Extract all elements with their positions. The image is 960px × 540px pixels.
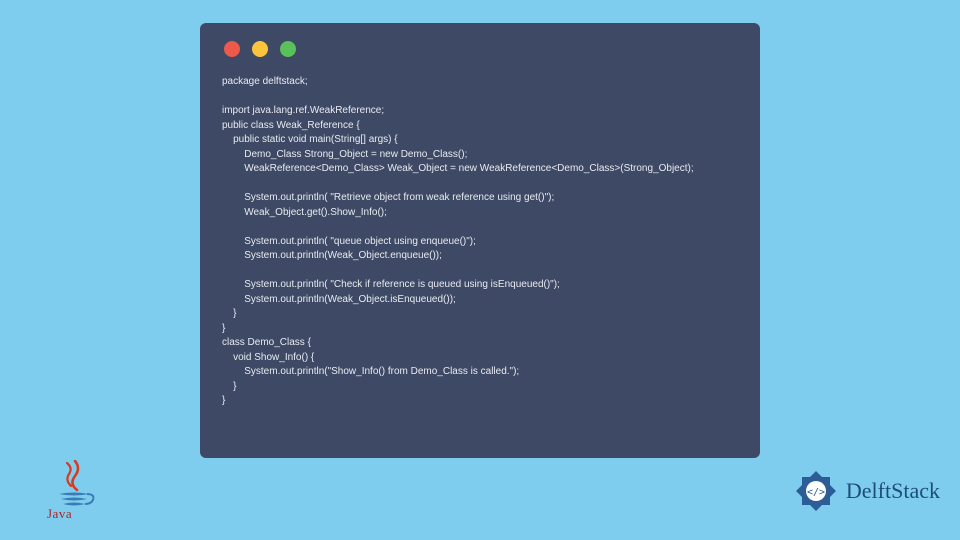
window-titlebar	[222, 41, 738, 57]
java-logo: Java	[47, 460, 102, 522]
minimize-icon[interactable]	[252, 41, 268, 57]
svg-text:</>: </>	[807, 487, 825, 498]
delftstack-icon: </>	[792, 467, 840, 515]
delftstack-logo: </> DelftStack	[792, 467, 940, 515]
java-logo-text: Java	[47, 506, 72, 522]
code-content: package delftstack; import java.lang.ref…	[222, 75, 738, 409]
code-window: package delftstack; import java.lang.ref…	[200, 23, 760, 458]
delftstack-logo-text: DelftStack	[846, 478, 940, 504]
close-icon[interactable]	[224, 41, 240, 57]
maximize-icon[interactable]	[280, 41, 296, 57]
